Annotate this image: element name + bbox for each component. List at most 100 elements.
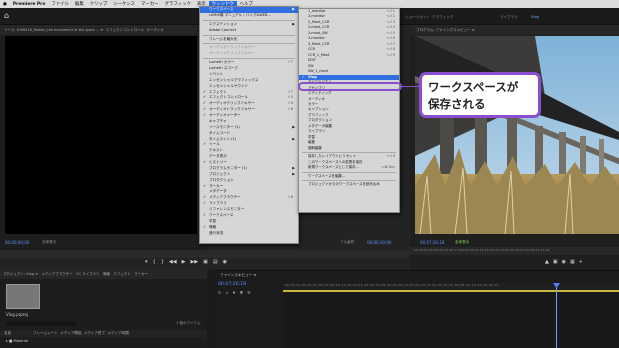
tab-source[interactable]: ソース: LUMIX16_Motion_the movement of the … xyxy=(4,28,103,32)
workspace-tab-graphics[interactable]: グラフィック xyxy=(432,15,454,20)
shortcut-label: ⌥⌘ Key xyxy=(380,165,395,170)
menu-separator xyxy=(302,171,396,173)
menu-file[interactable]: ファイル xyxy=(48,1,72,7)
timeline-tools: ↻ ∪ ♦ ▼ ⚒ xyxy=(218,290,251,295)
callout-line-2: 保存される xyxy=(428,97,486,111)
tab-effect-controls[interactable]: エフェクトコントロール xyxy=(106,28,145,32)
wrench-icon[interactable]: ⚒ xyxy=(247,290,251,295)
program-timecode[interactable]: 00;07;26;18 xyxy=(420,240,444,245)
extract-icon[interactable]: ▣ xyxy=(553,259,558,265)
export-frame-icon[interactable]: ◉ xyxy=(223,259,227,269)
project-search-input[interactable] xyxy=(6,321,76,326)
menu-graphics[interactable]: グラフィック xyxy=(162,1,194,7)
source-fit-dropdown[interactable]: 全体表示 xyxy=(42,240,56,245)
tab-media-browser[interactable]: メディアブラウザー xyxy=(41,272,72,276)
window-menu-item[interactable]: Adobe Connect xyxy=(200,28,298,34)
playhead-line[interactable] xyxy=(556,283,557,348)
col-media-end[interactable]: メディア終了 xyxy=(84,331,105,335)
window-menu-item-label: ワークスペース xyxy=(209,7,234,11)
quality-dropdown[interactable]: フル画質 xyxy=(340,240,354,245)
add-button-icon[interactable]: + xyxy=(579,259,583,265)
workspace-menu-item-label: メタデータ編集 xyxy=(308,123,333,128)
col-media-duration[interactable]: メディア時間 xyxy=(107,331,128,335)
play-icon[interactable]: ▶ xyxy=(182,259,186,269)
workspace-menu-item[interactable]: 調和編集 xyxy=(299,146,399,151)
source-viewer[interactable] xyxy=(5,36,197,234)
workspace-menu-item-label: 新規ワークスペースとして保存... xyxy=(308,165,359,170)
program-video-frame[interactable] xyxy=(415,36,619,234)
tab-project[interactable]: プロジェクト: Vlog ≡ xyxy=(3,272,38,276)
menu-sequence[interactable]: シーケンス xyxy=(110,1,138,7)
tab-audio[interactable]: オーディオ xyxy=(146,28,163,32)
source-tabs[interactable]: ソース: LUMIX16_Motion_the movement of the … xyxy=(0,25,205,35)
window-menu-item-label: オーディオクリップミキサー xyxy=(209,51,255,56)
home-icon[interactable]: ⌂ xyxy=(4,12,9,20)
export-frame-icon[interactable]: ◉ xyxy=(562,259,566,265)
window-menu-item-label: 進行状況 xyxy=(209,230,224,235)
window-menu-item[interactable]: 進行状況 xyxy=(200,231,298,237)
overwrite-icon[interactable]: ▤ xyxy=(213,259,218,269)
step-forward-icon[interactable]: ▶▶ xyxy=(190,259,198,269)
nest-icon[interactable]: ↻ xyxy=(218,290,221,295)
col-media-start[interactable]: メディア開始 xyxy=(60,331,81,335)
highlight-ring xyxy=(298,82,402,91)
workspace-menu-item-label: 調和編集 xyxy=(308,145,322,150)
bin-thumbnail[interactable] xyxy=(6,284,40,309)
mark-in-icon[interactable]: ▾ xyxy=(145,259,148,269)
workspace-menu-item-label: 保存したレイアウトにリセット xyxy=(308,154,357,159)
project-tabs: プロジェクト: Vlog ≡ メディアブラウザー CC ライブラリ 情報 エフェ… xyxy=(0,270,207,279)
menu-marker[interactable]: マーカー xyxy=(138,1,162,7)
menu-separator xyxy=(203,34,295,36)
window-menu-item-label: エフェクトコントロール xyxy=(209,95,249,100)
go-to-in-icon[interactable]: } xyxy=(161,259,164,269)
step-back-icon[interactable]: ◀◀ xyxy=(169,259,177,269)
window-menu-item-label: メディアブラウザー xyxy=(209,195,241,200)
program-tab[interactable]: プログラム: ファイングスキビュー ≡ xyxy=(410,25,619,35)
mark-out-icon[interactable]: { xyxy=(153,259,156,269)
workspace-menu-item[interactable]: ワークスペースを編集... xyxy=(299,174,399,179)
window-menu-item[interactable]: フレームを最大化 xyxy=(200,37,298,43)
tab-cc-library[interactable]: CC ライブラリ xyxy=(76,272,100,276)
workspace-menu-item-label: 1_monitor xyxy=(308,9,326,13)
compare-icon[interactable]: ▦ xyxy=(570,259,575,265)
window-menu-item-label: エッセンシャルグラフィックス xyxy=(209,77,259,82)
workspace-menu-item-label: 3-monitor xyxy=(308,36,325,41)
folder-icon: ▸ ■ xyxy=(6,339,13,343)
source-timecode[interactable]: 00;00;00;00 xyxy=(5,240,29,245)
workspace-menu-item-label: カラー xyxy=(308,101,319,106)
scrub-bar[interactable] xyxy=(0,250,410,258)
app-menu[interactable]: Premiere Pro xyxy=(10,2,49,7)
window-menu-item-label: オーディオメーター xyxy=(209,113,241,117)
snap-icon[interactable]: ∪ xyxy=(225,290,228,295)
menu-clip[interactable]: クリップ xyxy=(87,1,111,7)
window-menu-item-label: プログラムモニター (1) xyxy=(209,165,247,170)
insert-icon[interactable]: ▣ xyxy=(203,259,208,269)
col-framerate[interactable]: フレームレート xyxy=(33,331,58,335)
workspace-menu-item[interactable]: プロジェクトからのワークスペースを読み込み xyxy=(299,182,399,187)
timeline-tab[interactable]: ファインスキビュー ≡ xyxy=(220,273,256,278)
workspace-menu-item-label: プロダクション xyxy=(308,118,333,123)
workspace-tab-library[interactable]: ライブラリ xyxy=(500,15,518,20)
workspace-tab-shortcut[interactable]: ショートカット xyxy=(405,15,430,20)
workspace-tab-vlog[interactable]: Vlog xyxy=(531,15,539,19)
workspace-menu-item[interactable]: 新規ワークスペースとして保存... ⌥⌘ Key xyxy=(299,165,399,170)
program-fit-dropdown[interactable]: 全体表示 xyxy=(455,240,469,245)
apple-icon[interactable]: ● xyxy=(0,2,10,7)
callout-line-1: ワークスペースが xyxy=(428,80,519,94)
col-name[interactable]: 名前 xyxy=(4,331,11,335)
tab-info[interactable]: 情報 xyxy=(103,272,110,276)
timeline-timecode[interactable]: 00;07;26;18 xyxy=(218,282,246,287)
timeline-tracks[interactable] xyxy=(283,292,619,348)
window-menu-item[interactable]: LUMIX機 マニュアル / バンク&WEB... xyxy=(200,13,298,19)
menu-separator xyxy=(203,58,295,60)
lift-icon[interactable]: ▲ xyxy=(545,259,549,265)
marker-icon[interactable]: ▼ xyxy=(240,290,243,295)
tab-markers[interactable]: マーカー xyxy=(134,272,148,276)
linked-icon[interactable]: ♦ xyxy=(232,290,236,295)
list-item[interactable]: ▸ ■ Material xyxy=(6,339,28,343)
window-menu-item-label: ヒストリー xyxy=(209,160,227,164)
tab-effects[interactable]: エフェクト xyxy=(113,272,131,276)
program-ruler[interactable]: 00;00;00 00;08;34;16 00;17;09;02 00;25;4… xyxy=(410,247,619,255)
menu-edit[interactable]: 編集 xyxy=(72,1,87,7)
window-menu-item-label: ライブラリ xyxy=(209,201,227,206)
